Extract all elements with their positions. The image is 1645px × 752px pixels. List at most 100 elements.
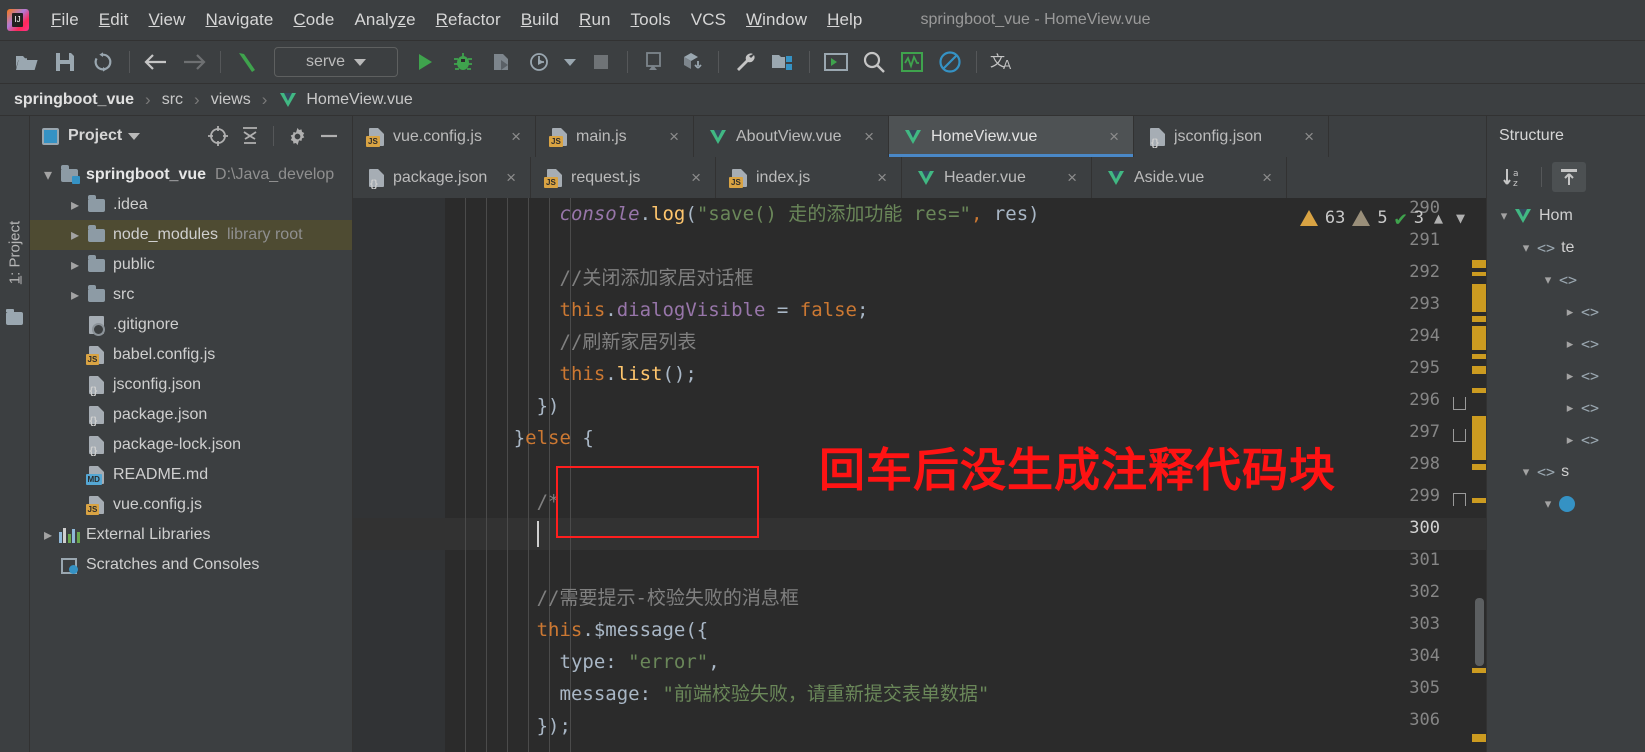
tree-node-jsconfig-json[interactable]: {} jsconfig.json [30,370,352,400]
run-configuration-selector[interactable]: serve [274,47,398,77]
structure-node[interactable]: ▾ <> s [1487,456,1645,488]
menu-item-code[interactable]: Code [283,8,344,32]
inspection-widget[interactable]: 63 5 ✔ 3 ▲ ▼ [1299,206,1468,230]
sync-icon[interactable] [84,45,122,79]
error-stripe-mark[interactable] [1472,272,1486,276]
stop-icon[interactable] [582,45,620,79]
structure-node[interactable]: ▸ <> [1487,328,1645,360]
tree-node-node-modules[interactable]: ▸ node_modules library root [30,220,352,250]
chevron-down-icon[interactable]: ▾ [38,165,58,185]
editor-tab-request-js[interactable]: JS request.js × [531,157,716,198]
close-icon[interactable]: × [1304,127,1314,147]
tree-node-public[interactable]: ▸ public [30,250,352,280]
close-icon[interactable]: × [506,168,516,188]
chevron-right-icon[interactable]: ▸ [1559,336,1581,352]
close-icon[interactable]: × [691,168,701,188]
scroll-from-source-icon[interactable] [1552,162,1586,192]
locate-icon[interactable] [203,122,233,150]
profile-dropdown-icon[interactable] [558,45,582,79]
close-icon[interactable]: × [511,127,521,147]
chevron-right-icon[interactable]: ▸ [65,225,85,245]
menu-item-refactor[interactable]: Refactor [426,8,511,32]
menu-item-view[interactable]: View [139,8,196,32]
code-editor[interactable]: 290 291 292 293 294 295 296 297 298 299 300 301 302 3… [353,198,1486,752]
open-folder-icon[interactable] [8,45,46,79]
error-stripe-mark[interactable] [1472,734,1486,742]
editor-tab-homeview-vue[interactable]: HomeView.vue × [889,116,1134,157]
chevron-down-icon[interactable] [128,132,141,140]
next-highlight-icon[interactable]: ▼ [1453,209,1468,227]
error-stripe-mark[interactable] [1472,464,1486,470]
chevron-right-icon[interactable]: ▸ [1559,432,1581,448]
breadcrumb-item-1[interactable]: src [162,91,183,109]
sidebar-item-project[interactable]: 11: Project: Project [7,190,24,316]
menu-item-tools[interactable]: Tools [621,8,681,32]
chevron-down-icon[interactable]: ▾ [1537,272,1559,288]
tree-node-scratches-and-consoles[interactable]: Scratches and Consoles [30,550,352,580]
debug-icon[interactable] [444,45,482,79]
sort-alphabetically-icon[interactable]: az [1497,162,1531,192]
chevron-down-icon[interactable]: ▾ [1515,464,1537,480]
editor-tab-header-vue[interactable]: Header.vue × [902,157,1092,198]
menu-item-edit[interactable]: Edit [89,8,139,32]
menu-item-build[interactable]: Build [511,8,569,32]
menu-item-window[interactable]: Window [736,8,817,32]
tree-node-readme-md[interactable]: MD README.md [30,460,352,490]
breadcrumb-item-2[interactable]: views [211,91,251,109]
error-stripe-mark[interactable] [1472,416,1486,460]
structure-node[interactable]: ▸ <> [1487,360,1645,392]
build-hammer-icon[interactable] [228,45,266,79]
run-icon[interactable] [406,45,444,79]
tree-node--idea[interactable]: ▸ .idea [30,190,352,220]
tree-node--gitignore[interactable]: .gitignore [30,310,352,340]
structure-node[interactable]: ▾ <> [1487,264,1645,296]
error-stripe-mark[interactable] [1472,326,1486,350]
tree-node-external-libraries[interactable]: ▸ External Libraries [30,520,352,550]
editor-tab-aboutview-vue[interactable]: AboutView.vue × [694,116,889,157]
breadcrumb-item-3[interactable]: HomeView.vue [306,91,412,109]
profile-icon[interactable] [520,45,558,79]
editor-tab-vue-config-js[interactable]: JS vue.config.js × [353,116,536,157]
structure-node[interactable]: ▾ [1487,488,1645,520]
chevron-right-icon[interactable]: ▸ [1559,304,1581,320]
structure-node[interactable]: ▸ <> [1487,296,1645,328]
tree-node-babel-config-js[interactable]: JS babel.config.js [30,340,352,370]
error-stripe-mark[interactable] [1472,366,1486,374]
menu-item-file[interactable]: File [41,8,89,32]
gear-icon[interactable] [282,122,312,150]
menu-item-analyze[interactable]: Analyze [344,8,425,32]
tree-node-package-json[interactable]: {} package.json [30,400,352,430]
tree-node-springboot-vue[interactable]: ▾ springboot_vue D:\Java_develop [30,160,352,190]
chevron-right-icon[interactable]: ▸ [1559,400,1581,416]
close-icon[interactable]: × [1109,127,1119,147]
error-stripe-mark[interactable] [1472,354,1486,359]
chevron-right-icon[interactable]: ▸ [65,195,85,215]
close-icon[interactable]: × [669,127,679,147]
menu-item-run[interactable]: Run [569,8,621,32]
menu-item-navigate[interactable]: Navigate [195,8,283,32]
editor-tab-index-js[interactable]: JS index.js × [716,157,902,198]
close-icon[interactable]: × [864,127,874,147]
close-icon[interactable]: × [1067,168,1077,188]
close-icon[interactable]: × [877,168,887,188]
editor-tab-main-js[interactable]: JS main.js × [536,116,694,157]
tree-node-package-lock-json[interactable]: {} package-lock.json [30,430,352,460]
monitor-icon[interactable] [893,45,931,79]
translate-icon[interactable]: 文A [984,45,1022,79]
chevron-down-icon[interactable]: ▾ [1537,496,1559,512]
structure-node[interactable]: ▸ <> [1487,424,1645,456]
folder-icon[interactable] [6,309,23,325]
menu-item-vcs[interactable]: VCS [681,8,736,32]
no-access-icon[interactable] [931,45,969,79]
chevron-right-icon[interactable]: ▸ [38,525,58,545]
structure-node[interactable]: ▾ Hom [1487,200,1645,232]
editor-tab-aside-vue[interactable]: Aside.vue × [1092,157,1287,198]
tree-node-vue-config-js[interactable]: JS vue.config.js [30,490,352,520]
structure-node[interactable]: ▸ <> [1487,392,1645,424]
update-app-icon[interactable] [635,45,673,79]
breadcrumb-item-0[interactable]: springboot_vue [14,91,134,109]
editor-gutter[interactable] [353,198,445,752]
error-stripe-mark[interactable] [1472,668,1486,673]
hide-icon[interactable] [314,122,344,150]
menu-item-help[interactable]: Help [817,8,872,32]
